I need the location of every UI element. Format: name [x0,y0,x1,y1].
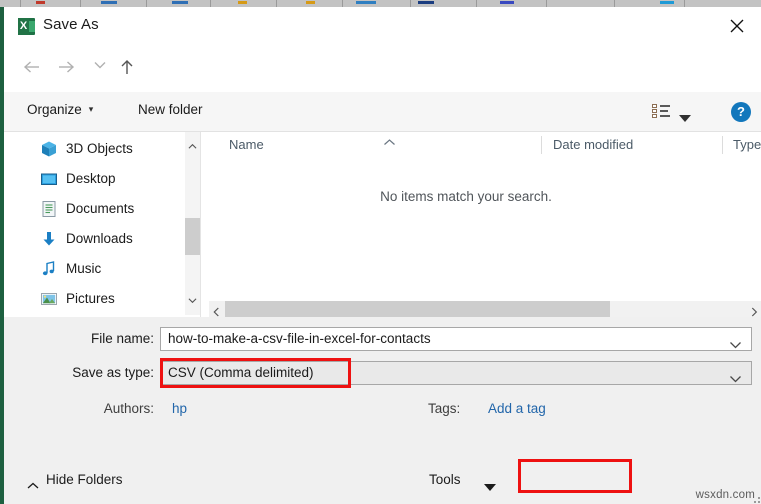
navigation-tree: 3D Objects Desktop Documents Downloads M… [4,132,200,317]
music-icon [40,260,58,278]
authors-label: Authors: [103,401,154,416]
pictures-icon [40,290,58,308]
view-options-icon[interactable] [652,104,670,119]
navigation-bar: « Soup… › 33 how-to-ma… [4,44,761,120]
chevron-down-icon[interactable] [729,370,742,388]
help-button[interactable]: ? [731,102,751,122]
dialog-title: Save As [43,16,99,33]
column-header-date-modified[interactable]: Date modified [553,137,633,152]
save-as-type-value: CSV (Comma delimited) [168,365,314,380]
hide-folders-button[interactable]: Hide Folders [46,472,123,487]
excel-icon [18,17,35,35]
dialog-footer: Hide Folders Tools Save Cancel [4,456,761,504]
watermark: wsxdn.com [695,489,755,501]
sidebar-item-label: Pictures [66,291,115,306]
chevron-down-icon: ▾ [88,104,94,114]
file-name-value: how-to-make-a-csv-file-in-excel-for-cont… [168,331,431,346]
desktop-icon [40,170,58,188]
recent-locations-button[interactable] [85,53,115,83]
back-button[interactable] [17,53,47,83]
file-list-horizontal-scrollbar[interactable] [209,301,761,317]
column-header-type[interactable]: Type [733,137,761,152]
save-as-screen: Save As [0,0,761,504]
chevron-down-icon [94,62,106,69]
save-form: File name: how-to-make-a-csv-file-in-exc… [4,317,761,456]
documents-icon [40,200,58,218]
chevron-down-icon[interactable] [188,291,197,309]
file-list-pane: Name Date modified Type No items match y… [200,132,761,317]
3d-objects-icon [40,140,58,158]
sidebar-scroll-thumb[interactable] [185,218,200,255]
tags-label: Tags: [428,401,461,416]
horizontal-scroll-thumb[interactable] [225,301,610,317]
tools-button[interactable]: Tools [429,472,461,487]
browser-body: 3D Objects Desktop Documents Downloads M… [4,132,761,317]
dialog-title-bar: Save As [4,7,761,44]
command-bar: Organize ▾ New folder ? [4,92,761,132]
organize-label: Organize [27,102,82,117]
close-button[interactable] [715,7,761,43]
sort-ascending-icon [383,133,396,151]
view-dropdown-icon[interactable] [679,109,691,127]
up-button[interactable] [112,53,142,83]
sidebar-item-label: Desktop [66,171,116,186]
forward-button[interactable] [51,53,81,83]
resize-grip-icon [754,497,760,503]
authors-value[interactable]: hp [172,401,187,416]
arrow-left-icon [23,61,39,73]
chevron-up-icon[interactable] [27,477,39,495]
save-as-dialog: Save As [0,7,761,504]
chevron-down-icon[interactable] [729,336,742,354]
add-tag-link[interactable]: Add a tag [488,401,546,416]
downloads-icon [40,230,58,248]
column-header-name[interactable]: Name [229,137,264,152]
save-as-type-label: Save as type: [72,365,154,380]
sidebar-item-label: Downloads [66,231,133,246]
save-as-type-select[interactable]: CSV (Comma delimited) [160,361,752,385]
tools-dropdown-icon[interactable] [484,478,496,496]
new-folder-button[interactable]: New folder [138,102,203,117]
column-header-row: Name Date modified Type [201,132,761,159]
empty-list-message: No items match your search. [380,189,552,204]
organize-button[interactable]: Organize ▾ [27,102,93,117]
file-name-input[interactable]: how-to-make-a-csv-file-in-excel-for-cont… [160,327,752,351]
sidebar-scrollbar[interactable] [185,132,200,315]
sidebar-item-label: 3D Objects [66,141,133,156]
file-name-label: File name: [90,331,154,346]
sidebar-item-label: Music [66,261,102,276]
chevron-up-icon[interactable] [188,137,197,155]
arrow-up-icon [121,60,133,74]
sidebar-item-label: Documents [66,201,135,216]
arrow-right-icon [59,61,75,73]
